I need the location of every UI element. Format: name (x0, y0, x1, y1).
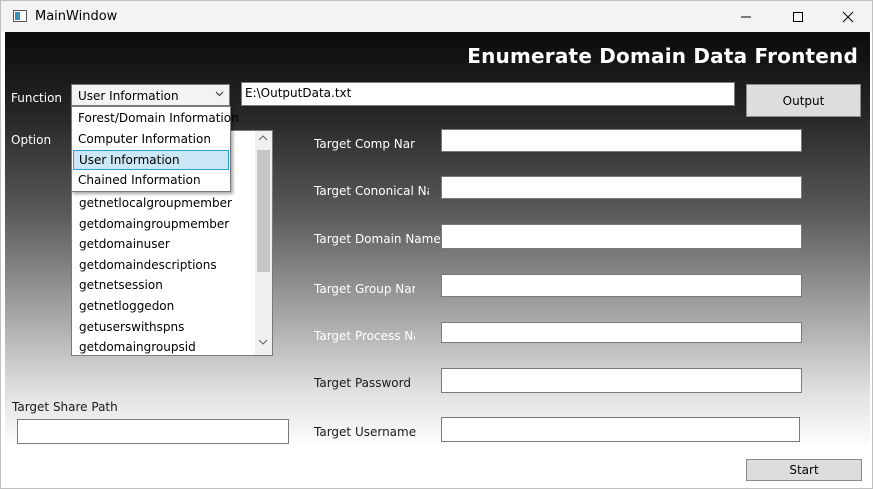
target-domain-name-input[interactable] (441, 224, 802, 249)
list-item[interactable]: getuserswithspns (79, 320, 184, 334)
dropdown-item[interactable]: Forest/Domain Information (73, 109, 239, 129)
target-comp-name-label: Target Comp Name (314, 137, 415, 151)
start-button-label: Start (789, 463, 819, 477)
list-item[interactable]: getnetsession (79, 278, 163, 292)
dropdown-item-selected[interactable]: User Information (73, 150, 229, 170)
option-label: Option (11, 133, 52, 147)
minimize-icon (741, 16, 751, 17)
function-combo[interactable]: User Information (71, 84, 230, 106)
list-item[interactable]: getdomaindescriptions (79, 258, 217, 272)
dropdown-item[interactable]: Chained Information (73, 171, 229, 191)
chevron-up-icon[interactable] (258, 135, 268, 141)
window-title: MainWindow (35, 9, 118, 24)
list-item[interactable]: getdomaingroupmember (79, 217, 229, 231)
output-path-input[interactable]: E:\OutputData.txt (241, 82, 735, 106)
scroll-thumb[interactable] (257, 150, 270, 272)
function-combo-value: User Information (78, 89, 179, 103)
option-scrollbar[interactable] (255, 131, 272, 355)
close-icon (842, 11, 854, 22)
target-group-name-label: Target Group Name (314, 282, 415, 296)
app-icon (13, 10, 27, 22)
target-cononical-name-label: Target Cononical Nam (314, 184, 429, 198)
target-username-input[interactable] (441, 417, 800, 442)
minimize-button[interactable] (722, 1, 770, 32)
target-password-label: Target Password (314, 376, 411, 390)
target-domain-name-label: Target Domain Name (314, 232, 441, 246)
target-share-path-input[interactable] (17, 419, 289, 444)
target-username-label: Target Username (314, 425, 417, 439)
function-label: Function (11, 91, 63, 105)
function-dropdown[interactable]: Forest/Domain Information Computer Infor… (71, 106, 239, 192)
maximize-button[interactable] (774, 1, 822, 32)
title-bar[interactable]: MainWindow (1, 1, 872, 32)
list-item[interactable]: getnetloggedon (79, 299, 174, 313)
close-button[interactable] (824, 1, 872, 32)
list-item[interactable]: getnetlocalgroupmember (79, 196, 232, 210)
output-button[interactable]: Output (746, 84, 861, 117)
output-button-label: Output (782, 93, 825, 108)
target-process-name-input[interactable] (441, 322, 802, 343)
dropdown-item[interactable]: Computer Information (73, 130, 229, 150)
chevron-down-icon (215, 91, 224, 97)
list-item[interactable]: getdomainuser (79, 237, 170, 251)
target-group-name-input[interactable] (441, 274, 802, 297)
main-window: MainWindow Enumerate Domain Data Fronten… (0, 0, 873, 489)
target-share-path-label: Target Share Path (12, 400, 118, 414)
output-path-value: E:\OutputData.txt (245, 86, 352, 100)
start-button[interactable]: Start (746, 459, 862, 481)
maximize-icon (793, 11, 803, 22)
target-process-name-label: Target Process Nam (314, 329, 415, 343)
target-password-input[interactable] (441, 368, 802, 393)
target-comp-name-input[interactable] (441, 129, 802, 152)
chevron-down-icon[interactable] (258, 339, 268, 345)
client-area: Enumerate Domain Data Frontend Function … (5, 32, 870, 486)
target-cononical-name-input[interactable] (441, 176, 802, 199)
list-item[interactable]: getdomaingroupsid (79, 340, 196, 354)
page-title: Enumerate Domain Data Frontend (467, 44, 858, 68)
